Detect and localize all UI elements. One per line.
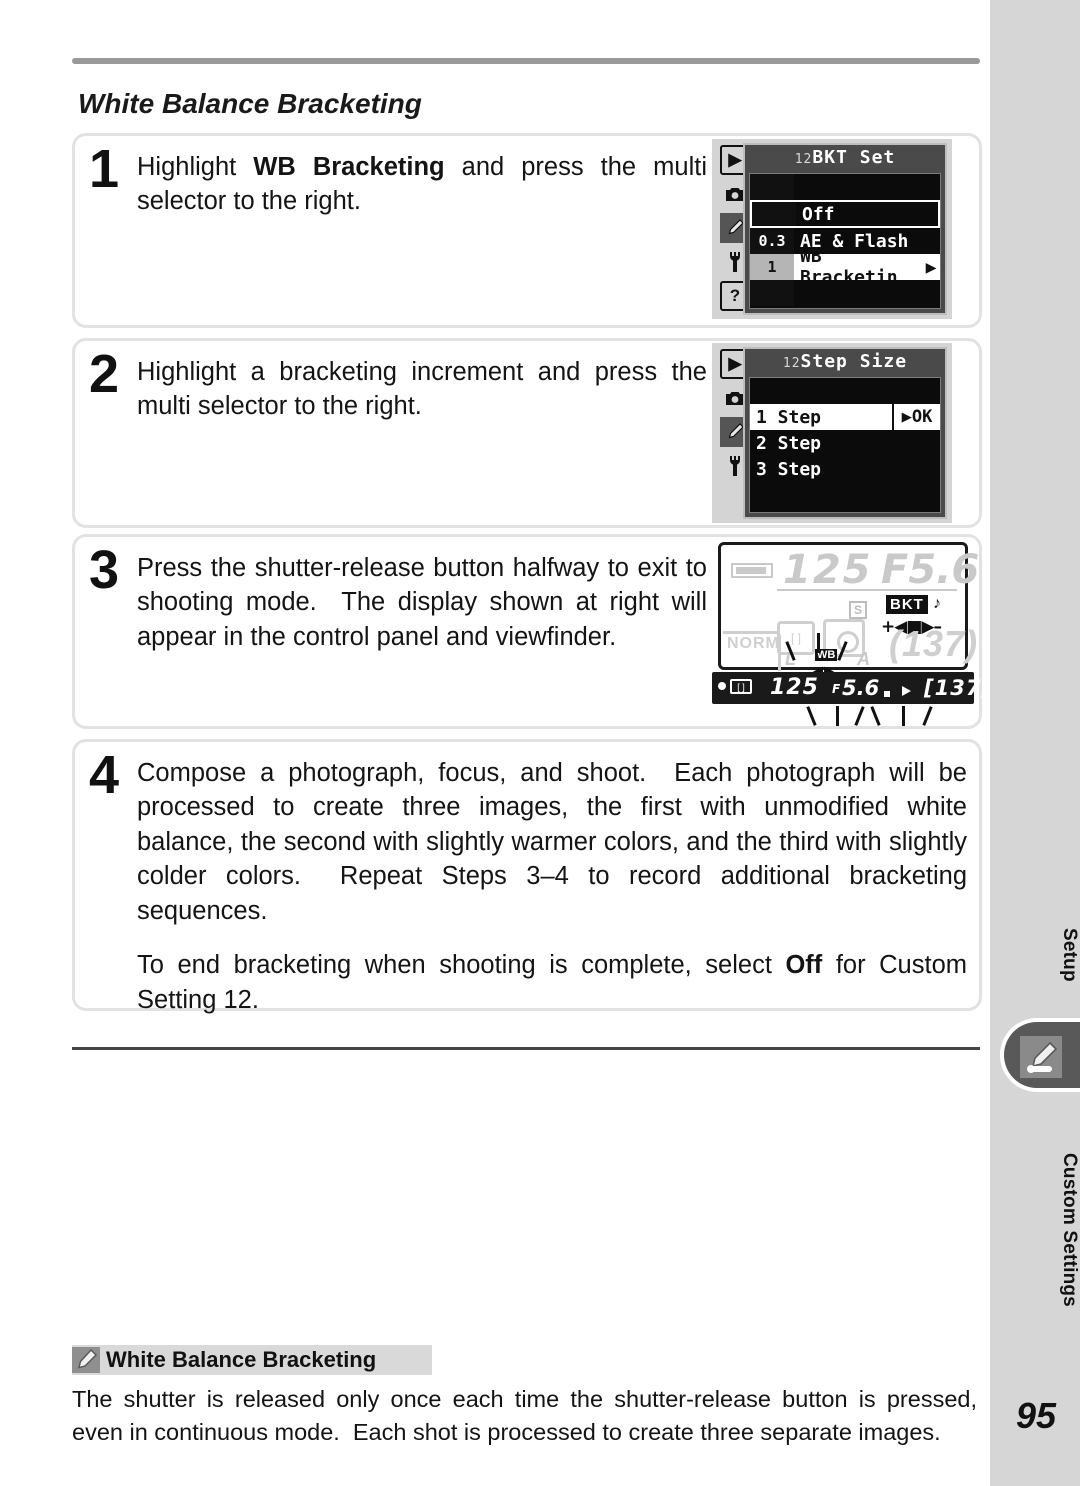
lcd2-title: 12Step Size <box>745 351 945 372</box>
pencil-icon <box>1020 1036 1062 1078</box>
cp-shutter-speed: 125 <box>783 547 873 593</box>
lcd2-title-text: Step Size <box>800 351 908 372</box>
step-3-text: Press the shutter-release button halfway… <box>137 554 707 651</box>
list-item-2-step[interactable]: 2 Step <box>750 430 940 456</box>
focus-indicator-icon <box>718 682 726 690</box>
lcd1-title-number: 12 <box>794 152 813 167</box>
vf-frames-value: 137 <box>934 676 982 700</box>
step-1-number: 1 <box>89 139 120 199</box>
note-body: The shutter is released only once each t… <box>72 1386 977 1446</box>
pencil-icon-svg <box>78 1348 97 1369</box>
rail-label-custom-settings[interactable]: Custom Settings <box>990 1120 1080 1340</box>
pencil-icon-svg <box>728 219 744 235</box>
lcd2-row2-label: 2 Step <box>756 432 822 454</box>
lcd1-row4-value <box>750 280 794 306</box>
lcd-screen-bkt-set: ▶ ? 12BKT Set Off 0.3 AE & Flash 1 WB Br… <box>712 139 952 319</box>
callout-tick <box>817 633 820 653</box>
lcd1-row3-value: 1 <box>750 254 794 280</box>
af-area-icon: [ ] <box>777 621 815 655</box>
battery-icon <box>731 563 773 578</box>
vf-shutter-speed: 125 <box>770 675 819 700</box>
list-item-wb-bracketing[interactable]: 1 WB Bracketin ▶ <box>750 246 940 288</box>
step-4-box: 4 Compose a photograph, focus, and shoot… <box>72 739 982 1014</box>
cp-frames-remaining: (137) <box>889 623 979 664</box>
list-item <box>750 280 940 306</box>
vf-aperture: 5.6 <box>842 676 880 700</box>
image-quality: NORM <box>727 635 780 652</box>
control-panel-lcd: 125 F5.6 BKT ♪ +◀■▶– S [ ] (137) NORM L … <box>718 542 979 678</box>
cp-aperture: F5.6 <box>881 547 980 593</box>
callout-tick <box>902 706 905 726</box>
lcd1-row1-label: Off <box>802 203 835 225</box>
lcd2-list: 1 Step ▶OK 2 Step 3 Step <box>749 377 941 513</box>
lcd1-list: Off 0.3 AE & Flash 1 WB Bracketin ▶ <box>749 173 941 309</box>
list-item <box>750 174 940 200</box>
manual-page: White Balance Bracketing 1 Highlight WB … <box>0 0 1080 1486</box>
step-4-paragraph-1: Compose a photograph, focus, and shoot. … <box>137 759 967 925</box>
lcd1-body: 12BKT Set Off 0.3 AE & Flash 1 WB Bracke… <box>743 143 947 315</box>
section-title: White Balance Bracketing <box>78 88 422 119</box>
list-item-3-step[interactable]: 3 Step <box>750 456 940 482</box>
note-section: White Balance Bracketing The shutter is … <box>72 1345 980 1450</box>
chevron-right-icon: ▶ <box>925 256 937 278</box>
step-2-number: 2 <box>89 344 120 404</box>
cp-frames-value: 137 <box>902 623 966 664</box>
viewfinder-display: [ ] 125 F 5.6 [137] <box>712 672 991 704</box>
callout-tick <box>836 706 839 726</box>
lcd1-title: 12BKT Set <box>745 147 945 168</box>
page-number: 95 <box>1015 1395 1056 1436</box>
release-mode-indicator: S <box>849 601 868 619</box>
bkt-indicator: BKT <box>886 595 928 614</box>
step-4-number: 4 <box>89 745 120 805</box>
header-rule <box>72 58 980 64</box>
wrench-icon-svg <box>730 456 740 476</box>
wb-mode: A <box>857 649 870 669</box>
vf-aperture-prefix: F <box>832 682 841 696</box>
lcd1-row0-value <box>750 174 794 200</box>
pencil-icon <box>72 1347 100 1373</box>
step-4-text: Compose a photograph, focus, and shoot. … <box>137 756 967 1017</box>
lcd2-row3-label: 3 Step <box>756 458 822 480</box>
vf-triangle-icon <box>902 686 911 696</box>
control-panel-illustration: 125 F5.6 BKT ♪ +◀■▶– S [ ] (137) NORM L … <box>712 538 991 726</box>
rail-label-setup[interactable]: Setup <box>990 905 1080 1005</box>
note-header: White Balance Bracketing <box>72 1345 432 1375</box>
lcd1-row1-value <box>752 202 796 226</box>
ok-button[interactable]: ▶OK <box>892 404 940 430</box>
step-4-paragraph-2: To end bracketing when shooting is compl… <box>137 951 967 1014</box>
footer-rule <box>72 1047 980 1050</box>
list-item-off[interactable]: Off <box>750 200 940 228</box>
step-2-text: Highlight a bracketing increment and pre… <box>137 358 707 421</box>
rail-tab-custom-settings[interactable] <box>1000 1018 1080 1092</box>
lcd2-title-number: 12 <box>782 356 801 371</box>
lcd1-row2-value: 0.3 <box>750 228 794 254</box>
metering-icon: [ ] <box>730 679 752 694</box>
list-item-1-step[interactable]: 1 Step ▶OK <box>750 404 940 430</box>
wrench-icon-svg <box>730 252 740 272</box>
lcd1-title-text: BKT Set <box>812 147 896 168</box>
step-1-text: Highlight WB Bracketing and press the mu… <box>137 153 707 216</box>
page-content: White Balance Bracketing 1 Highlight WB … <box>0 0 991 1486</box>
side-rail: Setup Custom Settings <box>990 0 1080 1486</box>
list-item <box>750 482 940 508</box>
note-title: White Balance Bracketing <box>106 1347 377 1372</box>
lcd2-body: 12Step Size 1 Step ▶OK 2 Step 3 Step <box>743 347 947 519</box>
step-3-number: 3 <box>89 540 120 600</box>
vf-dot-icon <box>884 691 890 697</box>
lcd-screen-step-size: ▶ 12Step Size 1 Step ▶OK 2 Step 3 Step <box>712 343 952 523</box>
beep-icon: ♪ <box>933 595 941 612</box>
cp-divider <box>777 589 957 591</box>
list-item <box>750 378 940 404</box>
pencil-icon-svg <box>1027 1041 1058 1073</box>
vf-frames-remaining: [137] <box>924 676 993 700</box>
pencil-icon-svg <box>728 423 744 439</box>
